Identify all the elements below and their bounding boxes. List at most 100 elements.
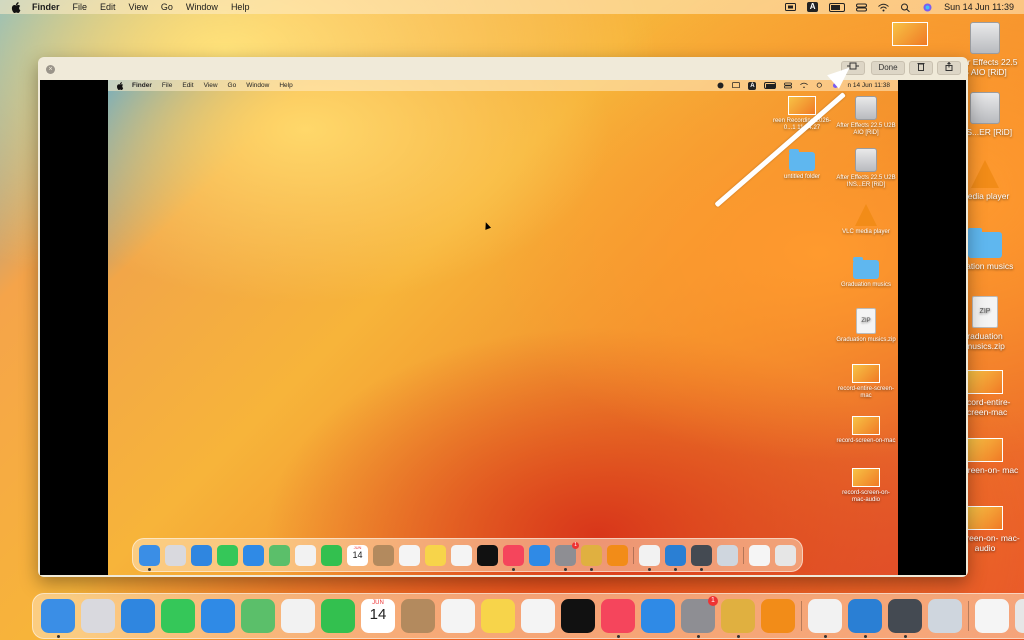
recorded-menu-clock: n 14 Jun 11:38	[847, 82, 890, 89]
dock-separator	[801, 601, 802, 631]
dock-separator	[968, 601, 969, 631]
share-button[interactable]	[937, 61, 961, 75]
dock-facetime-icon[interactable]	[321, 599, 355, 633]
input-source-icon[interactable]: A	[807, 2, 819, 12]
menu-go[interactable]: Go	[161, 2, 173, 12]
recorded-icon-record-entire-screen: record-entire-screen-mac	[836, 364, 896, 400]
recorded-dock-music-icon	[503, 544, 524, 571]
recorded-dock-calendar-icon: JUN 14	[347, 544, 368, 566]
recorded-icon-label: After Effects 22.5 U2B INS...ER [RiD]	[836, 175, 896, 188]
dock-system-settings-icon[interactable]: 1	[681, 596, 718, 638]
recorded-icon-vlc: VLC media player	[836, 204, 896, 236]
dock-contacts-icon[interactable]	[401, 599, 435, 633]
dock-photos-icon[interactable]	[281, 599, 315, 633]
recorded-menu-extras: A n 14 Jun 11:38	[717, 80, 890, 91]
disk-image-icon	[855, 148, 877, 172]
dock-mail-icon[interactable]	[201, 599, 235, 633]
recorded-icon-untitled-folder: untitled folder	[772, 149, 832, 181]
dock-vscode-icon[interactable]	[848, 599, 882, 638]
recorded-dock-downloads-stack-icon	[749, 544, 770, 566]
recorded-dock-photos-icon	[295, 544, 316, 566]
recorded-icon-label: record-entire-screen-mac	[837, 386, 895, 399]
recorded-dock-system-settings-icon: 1	[555, 541, 579, 571]
dock-messages-icon[interactable]	[161, 599, 195, 633]
siri-icon[interactable]	[922, 3, 933, 12]
recorded-dock-facetime-icon	[321, 544, 342, 566]
folder-icon	[789, 149, 815, 171]
recorded-menu-window: Window	[246, 82, 270, 89]
battery-icon	[764, 82, 777, 89]
screen-mirroring-icon[interactable]	[785, 2, 797, 12]
video-thumbnail-icon	[967, 438, 1003, 462]
menu-help[interactable]: Help	[231, 2, 250, 12]
recorded-dock-safari-icon	[191, 544, 212, 566]
recorded-dock-quicktime-icon	[691, 544, 712, 571]
dock-app-store-icon[interactable]	[641, 599, 675, 633]
apple-menu-icon[interactable]	[10, 1, 22, 13]
calendar-day: 14	[369, 606, 387, 623]
recording-preview-window: × Done Finder File Edit View Go Window H…	[38, 57, 968, 577]
done-button[interactable]: Done	[871, 61, 905, 75]
dock-finder-icon[interactable]	[41, 599, 75, 638]
dock-music-icon[interactable]	[601, 599, 635, 638]
recorded-dock-launchpad-icon	[165, 544, 186, 566]
recorded-dock-mail-icon	[243, 544, 264, 566]
dock: JUN 14 1	[32, 593, 1024, 639]
recorded-menu-go: Go	[227, 82, 237, 89]
recorded-icon-record-screen-on-mac: record-screen-on-mac	[836, 416, 896, 445]
recorded-icon-label: record-screen-on-mac	[836, 438, 896, 444]
dock-safari-icon[interactable]	[121, 599, 155, 633]
close-button[interactable]: ×	[46, 65, 55, 74]
recorded-dock-vscode-icon	[665, 544, 686, 571]
menu-bar: Finder File Edit View Go Window Help A S…	[0, 0, 1024, 14]
disk-image-icon	[970, 92, 1000, 124]
menu-view[interactable]: View	[129, 2, 148, 12]
spotlight-icon	[817, 82, 823, 88]
menu-edit[interactable]: Edit	[100, 2, 116, 12]
wifi-icon[interactable]	[878, 3, 889, 12]
dock-downloads-stack-icon[interactable]	[975, 599, 1009, 633]
delete-button[interactable]	[909, 61, 933, 75]
wifi-icon	[800, 82, 809, 89]
dock-preview-icon[interactable]	[928, 599, 962, 633]
spotlight-icon[interactable]	[900, 3, 911, 12]
dock-quicktime-icon[interactable]	[888, 599, 922, 638]
record-stop-icon	[717, 82, 724, 89]
screen-mirroring-icon	[732, 82, 741, 89]
dock-calendar-icon[interactable]: JUN 14	[361, 599, 395, 633]
disk-image-icon	[855, 96, 877, 120]
dock-chrome-icon[interactable]	[808, 599, 842, 638]
video-thumbnail-icon	[852, 364, 880, 383]
input-source-icon: A	[748, 81, 757, 90]
dock-reminders-icon[interactable]	[441, 599, 475, 633]
recorded-dock: JUN 14 1	[132, 538, 803, 572]
dock-vlc-icon[interactable]	[761, 599, 795, 633]
menu-file[interactable]: File	[73, 2, 88, 12]
recorded-dock-reminders-icon	[399, 544, 420, 566]
recorded-icon-label: After Effects 22.5 U2B AIO [RiD]	[836, 123, 896, 136]
video-stage[interactable]: Finder File Edit View Go Window Help A n…	[40, 80, 966, 575]
calendar-day: 14	[352, 549, 363, 560]
battery-icon[interactable]	[829, 2, 846, 12]
dock-archive-utility-icon[interactable]	[721, 599, 755, 638]
menu-app-name[interactable]: Finder	[32, 2, 60, 12]
dock-trash-icon[interactable]	[1015, 599, 1024, 633]
control-center-icon[interactable]	[856, 3, 868, 12]
dock-notes-icon[interactable]	[481, 599, 515, 633]
desktop-icon-screen-recording[interactable]	[875, 22, 945, 49]
recorded-icon-label: VLC media player	[842, 229, 890, 235]
recorded-dock-notes-icon	[425, 544, 446, 566]
menu-window[interactable]: Window	[186, 2, 218, 12]
dock-freeform-icon[interactable]	[521, 599, 555, 633]
dock-launchpad-icon[interactable]	[81, 599, 115, 633]
recorded-menu-file: File	[161, 82, 173, 89]
video-thumbnail-icon	[788, 96, 816, 115]
dock-apple-tv-icon[interactable]	[561, 599, 595, 633]
menu-extras: A Sun 14 Jun 11:39	[785, 0, 1014, 14]
menu-clock[interactable]: Sun 14 Jun 11:39	[944, 2, 1014, 12]
mouse-cursor-icon	[482, 221, 492, 230]
dock-maps-icon[interactable]	[241, 599, 275, 633]
recorded-dock-chrome-icon	[639, 544, 660, 571]
recorded-menu-bar: Finder File Edit View Go Window Help A n…	[108, 80, 898, 91]
zip-file-icon: ZIP	[972, 296, 998, 328]
